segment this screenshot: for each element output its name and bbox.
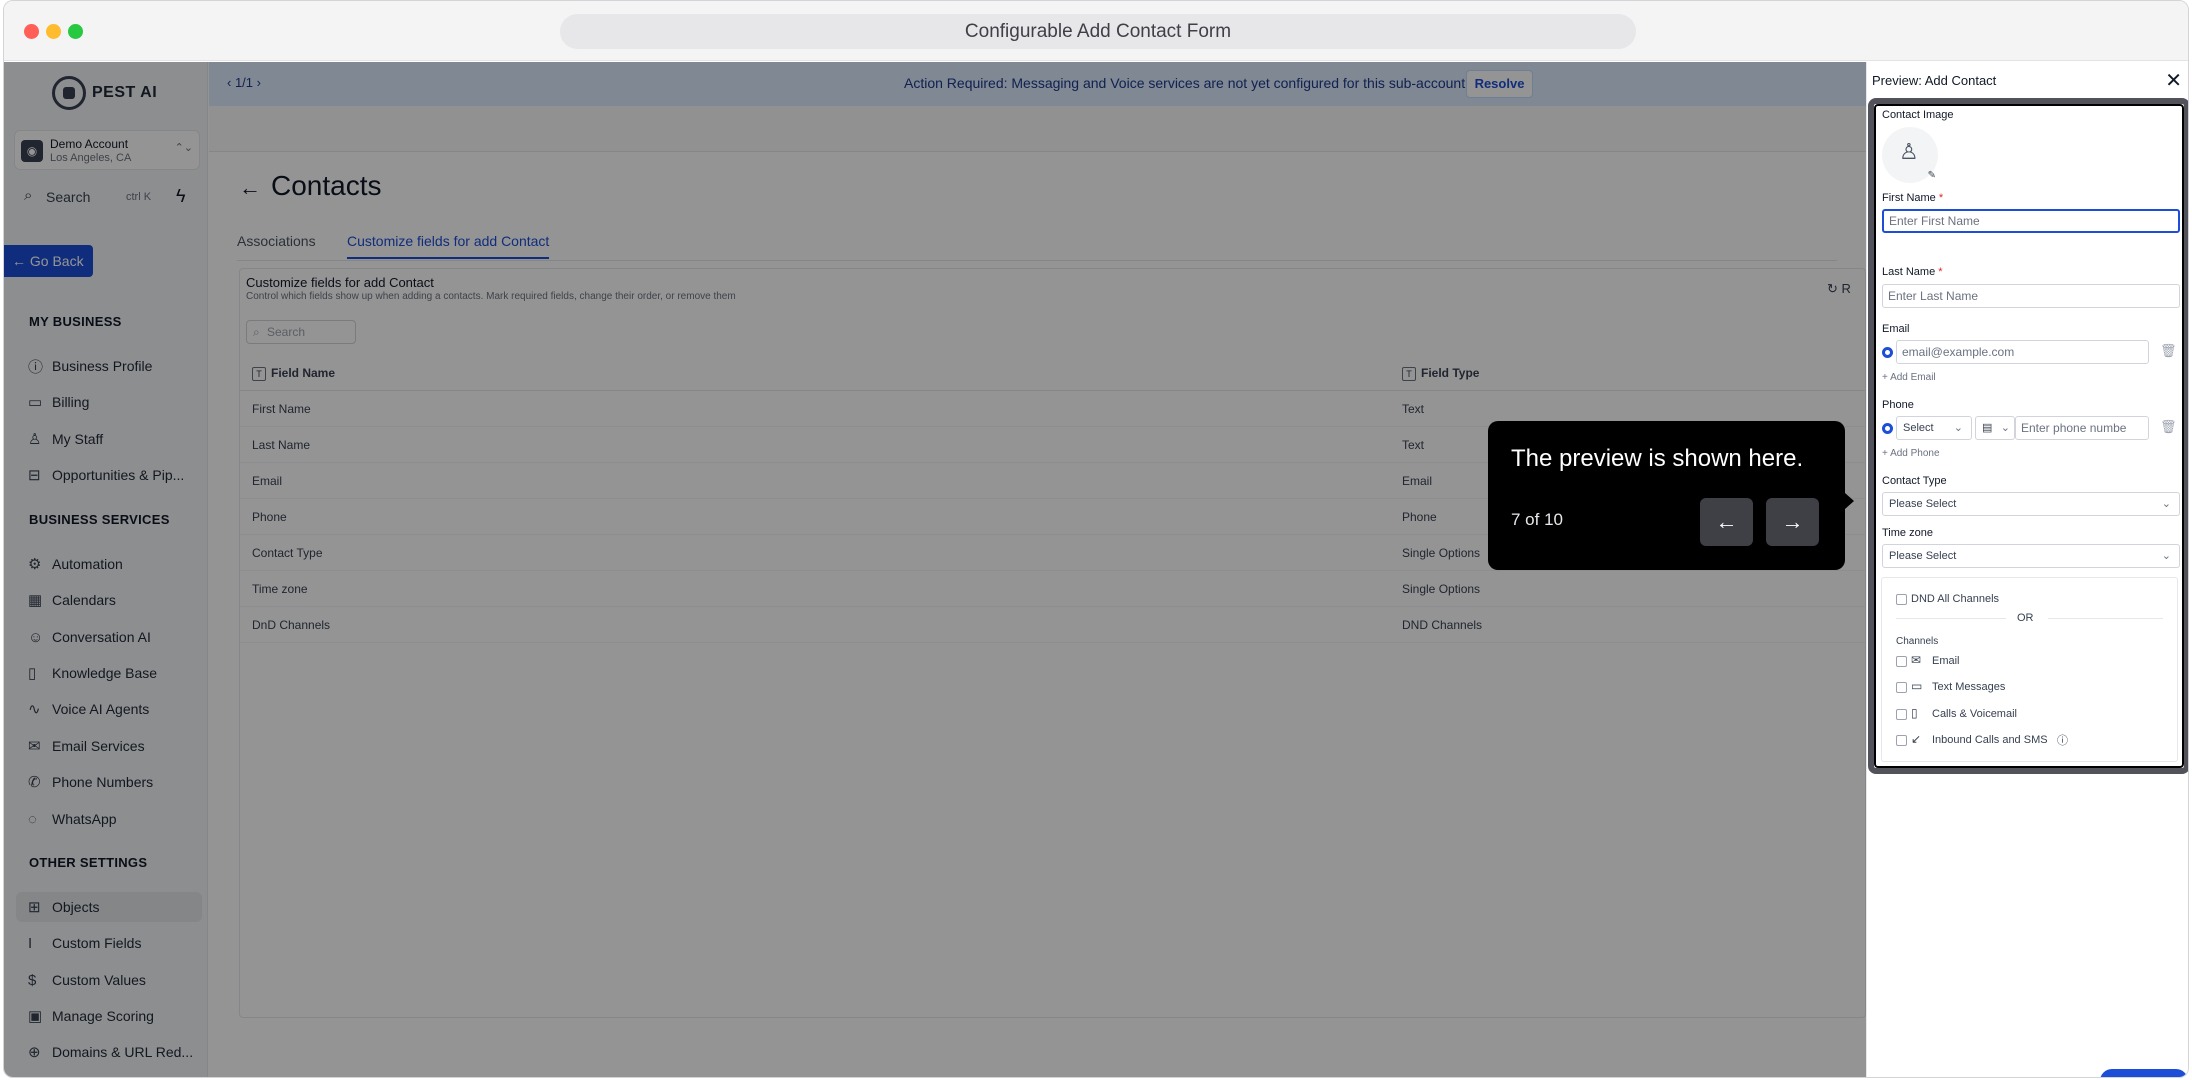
first-name-input[interactable]: Enter First Name <box>1882 209 2180 233</box>
last-name-input[interactable]: Enter Last Name <box>1882 284 2180 308</box>
phone-type-select[interactable]: Select ⌄ <box>1896 416 1972 440</box>
dnd-channels-box: DND All Channels OR Channels ✉ Email ▭ T… <box>1881 577 2178 762</box>
channel-email-checkbox[interactable] <box>1896 656 1907 667</box>
minimize-window-button[interactable] <box>46 24 61 39</box>
dnd-all-label: DND All Channels <box>1911 593 2000 605</box>
trash-icon[interactable]: 🗑 <box>2160 343 2177 359</box>
timezone-value: Please Select <box>1889 550 1957 562</box>
trash-icon[interactable]: 🗑 <box>2160 419 2177 435</box>
country-code-select[interactable]: ▤ ⌄ <box>1975 416 2015 440</box>
mobile-phone-icon: ▯ <box>1911 706 1918 720</box>
contact-image-upload[interactable]: ♙ ✎ <box>1882 127 1938 183</box>
preview-title: Preview: Add Contact <box>1872 73 1997 88</box>
timezone-select[interactable]: Please Select ⌄ <box>1882 544 2180 568</box>
last-name-label: Last Name * <box>1882 266 1943 278</box>
save-button[interactable] <box>2100 1069 2188 1077</box>
person-icon: ♙ <box>1899 139 1919 164</box>
contact-type-value: Please Select <box>1889 498 1957 510</box>
channel-inbound-checkbox[interactable] <box>1896 735 1907 746</box>
channel-sms-checkbox[interactable] <box>1896 682 1907 693</box>
close-icon[interactable]: ✕ <box>2165 68 2182 93</box>
tour-prev-button[interactable]: ← <box>1700 498 1753 546</box>
channels-label: Channels <box>1896 636 1939 647</box>
phone-type-value: Select <box>1903 422 1934 434</box>
tour-tooltip: The preview is shown here. 7 of 10 ← → <box>1488 421 1854 570</box>
channel-inbound-label: Inbound Calls and SMS <box>1932 734 2048 746</box>
divider <box>2048 618 2163 619</box>
phone-input[interactable]: Enter phone numbe <box>2015 416 2149 440</box>
mail-icon: ✉ <box>1911 653 1922 667</box>
required-mark: * <box>1938 266 1943 278</box>
required-mark: * <box>1938 192 1944 204</box>
email-label: Email <box>1882 323 1910 335</box>
phone-primary-radio[interactable] <box>1882 423 1893 434</box>
contact-image-label: Contact Image <box>1882 109 1954 121</box>
add-email-link[interactable]: + Add Email <box>1882 372 1936 383</box>
title-bar: Configurable Add Contact Form <box>4 1 2188 61</box>
channel-calls-checkbox[interactable] <box>1896 709 1907 720</box>
message-icon: ▭ <box>1911 679 1923 693</box>
tour-overlay[interactable] <box>4 62 1866 1077</box>
arrow-left-icon: ← <box>1715 509 1738 534</box>
pencil-icon: ✎ <box>1927 170 1936 181</box>
last-name-label-text: Last Name <box>1882 266 1936 278</box>
add-phone-link[interactable]: + Add Phone <box>1882 448 1940 459</box>
browser-window: Configurable Add Contact Form PEST AI ◉ … <box>3 0 2189 1078</box>
window-title[interactable]: Configurable Add Contact Form <box>560 14 1636 49</box>
inbound-arrow-icon: ↙ <box>1911 732 1922 746</box>
tooltip-counter: 7 of 10 <box>1511 510 1563 529</box>
channel-email-label: Email <box>1932 655 1960 667</box>
first-name-label-text: First Name <box>1882 192 1936 204</box>
maximize-window-button[interactable] <box>68 24 83 39</box>
close-window-button[interactable] <box>24 24 39 39</box>
timezone-label: Time zone <box>1882 527 1933 539</box>
channel-calls-label: Calls & Voicemail <box>1932 708 2017 720</box>
chevron-down-icon: ⌄ <box>2000 422 2010 434</box>
divider <box>1896 618 2006 619</box>
flag-us-icon: ▤ <box>1982 422 1993 434</box>
arrow-right-icon: → <box>1781 509 1804 534</box>
first-name-label: First Name * <box>1882 192 1943 204</box>
info-icon[interactable]: ⓘ <box>2057 732 2068 748</box>
chevron-down-icon: ⌄ <box>2161 550 2171 562</box>
email-primary-radio[interactable] <box>1882 347 1893 358</box>
contact-type-label: Contact Type <box>1882 475 1947 487</box>
contact-type-select[interactable]: Please Select ⌄ <box>1882 492 2180 516</box>
chevron-down-icon: ⌄ <box>2161 498 2171 510</box>
chevron-down-icon: ⌄ <box>1953 422 1963 434</box>
phone-label: Phone <box>1882 399 1914 411</box>
channel-sms-label: Text Messages <box>1932 681 2006 693</box>
tooltip-text: The preview is shown here. <box>1511 445 1804 472</box>
dnd-all-checkbox[interactable] <box>1896 594 1907 605</box>
tour-next-button[interactable]: → <box>1766 498 1819 546</box>
app: PEST AI ◉ Demo Account Los Angeles, CA ⌃… <box>4 62 2188 1077</box>
or-label: OR <box>2017 612 2034 624</box>
email-input[interactable]: email@example.com <box>1896 340 2149 364</box>
preview-panel: Preview: Add Contact ✕ Contact Image ♙ ✎… <box>1866 62 2188 1077</box>
